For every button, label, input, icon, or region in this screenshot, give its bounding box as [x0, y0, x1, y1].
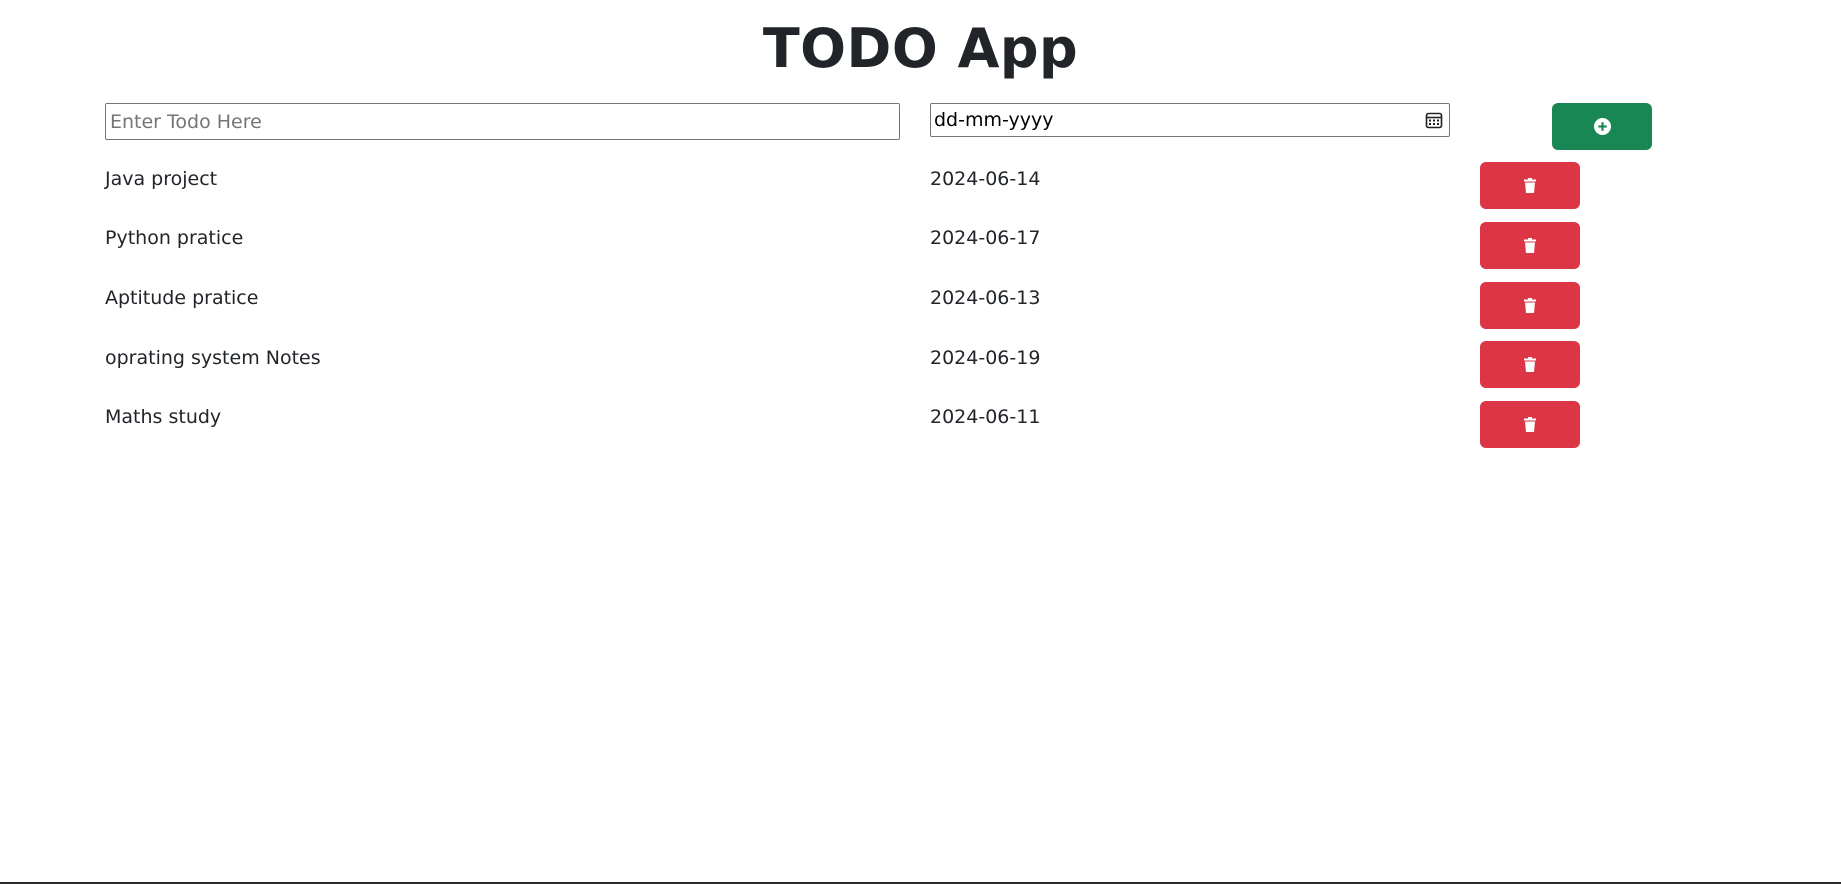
add-todo-button[interactable] — [1552, 103, 1652, 150]
delete-button[interactable] — [1480, 282, 1580, 329]
todo-date: 2024-06-19 — [930, 347, 1041, 369]
todo-name: oprating system Notes — [105, 347, 321, 369]
todo-name: Python pratice — [105, 227, 244, 249]
todo-date: 2024-06-13 — [930, 287, 1041, 309]
todo-name: Maths study — [105, 406, 222, 428]
todo-name: Aptitude pratice — [105, 287, 259, 309]
todo-app-page: TODO App dd-mm-yyyy Java project 2024-06… — [0, 0, 1841, 884]
trash-icon — [1524, 357, 1536, 372]
delete-button[interactable] — [1480, 162, 1580, 209]
page-title: TODO App — [762, 17, 1079, 80]
delete-button[interactable] — [1480, 341, 1580, 388]
date-input[interactable]: dd-mm-yyyy — [930, 103, 1450, 137]
trash-icon — [1524, 238, 1536, 253]
todo-name: Java project — [105, 168, 218, 190]
todo-input[interactable] — [105, 103, 900, 140]
date-placeholder: dd-mm-yyyy — [934, 109, 1054, 131]
trash-icon — [1524, 417, 1536, 432]
todo-date: 2024-06-14 — [930, 168, 1041, 190]
plus-circle-icon — [1593, 118, 1611, 135]
todo-date: 2024-06-11 — [930, 406, 1041, 428]
calendar-icon[interactable] — [1425, 111, 1443, 129]
delete-button[interactable] — [1480, 401, 1580, 448]
delete-button[interactable] — [1480, 222, 1580, 269]
trash-icon — [1524, 298, 1536, 313]
todo-date: 2024-06-17 — [930, 227, 1041, 249]
trash-icon — [1524, 178, 1536, 193]
